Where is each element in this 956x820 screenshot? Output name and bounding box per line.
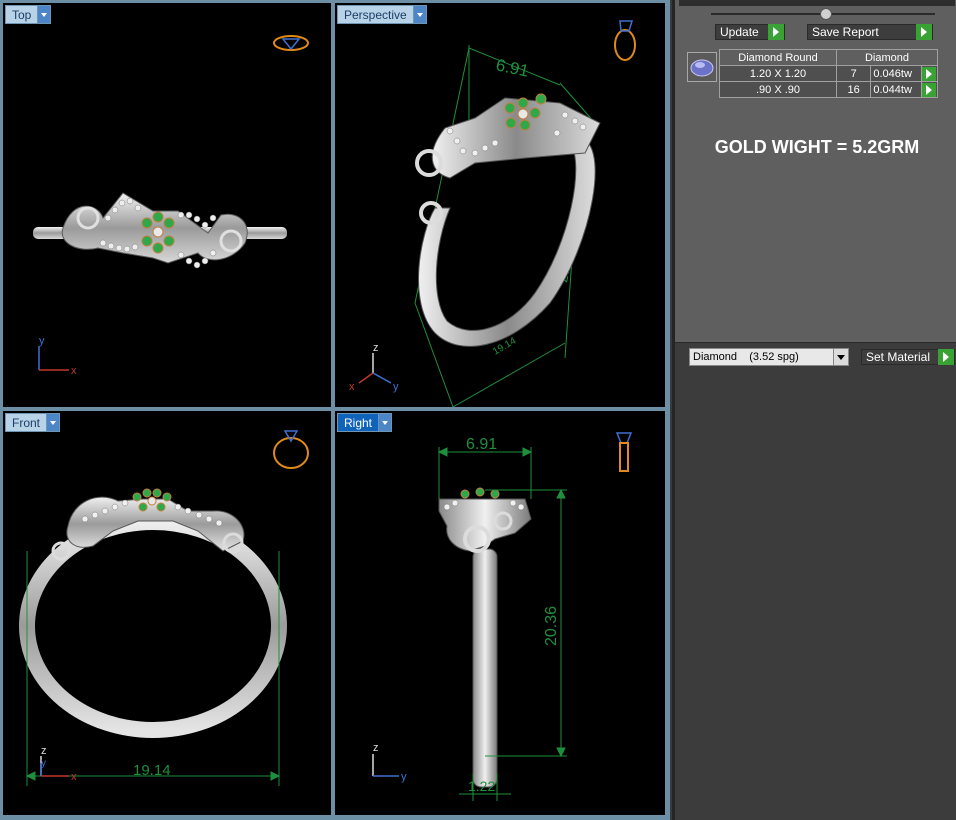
ring-orientation-icon: [273, 430, 309, 469]
viewport-perspective-tab[interactable]: Perspective: [337, 5, 427, 24]
row-action[interactable]: [921, 81, 938, 98]
axis-y-label: y: [39, 335, 45, 347]
axis-z-label: z: [373, 342, 379, 354]
update-label: Update: [720, 25, 759, 39]
report-section: Update Save Report Diamond Round Diamond…: [675, 0, 956, 343]
header-gem-type: Diamond: [836, 49, 938, 66]
viewport-front-canvas: 19.14 z y x: [19, 430, 309, 786]
chevron-down-icon[interactable]: [833, 349, 848, 365]
header-gem-shape: Diamond Round: [719, 49, 837, 66]
right-thickness-dim: 1.22: [468, 778, 495, 794]
table-row: 1.20 X 1.20 7 0.046tw: [719, 65, 938, 82]
chevron-down-icon[interactable]: [378, 414, 392, 431]
gem-weight: 0.044tw: [870, 81, 923, 98]
viewport-right-label: Right: [344, 415, 373, 430]
material-select[interactable]: Diamond (3.52 spg): [689, 348, 849, 366]
axis-y-label: y: [393, 381, 399, 393]
gem-size: .90 X .90: [719, 81, 837, 98]
axis-y-label: y: [41, 758, 46, 769]
ring-orientation-icon: [615, 432, 633, 472]
play-icon[interactable]: [916, 24, 932, 40]
viewport-front[interactable]: Front 19.14 z y x: [3, 411, 331, 815]
update-button[interactable]: Update: [715, 24, 785, 40]
chevron-down-icon[interactable]: [412, 6, 426, 23]
ring-model-top: [33, 192, 287, 269]
right-height-dim: 20.36: [543, 606, 560, 646]
viewport-right[interactable]: Right 6.91 20.36 1.22 z y: [335, 411, 665, 815]
front-width-dim: 19.14: [133, 762, 171, 779]
gem-count: 7: [835, 65, 872, 82]
material-value: Diamond (3.52 spg): [693, 351, 799, 363]
play-icon[interactable]: [922, 82, 937, 97]
save-report-label: Save Report: [812, 25, 879, 39]
gem-thumbnail: [687, 52, 717, 82]
report-panel: Update Save Report Diamond Round Diamond…: [672, 0, 956, 820]
viewport-area: Top y x Perspective 6.91 19.14 z x y Fro…: [0, 0, 670, 820]
viewport-front-label: Front: [12, 415, 41, 430]
chevron-down-icon[interactable]: [46, 414, 60, 431]
gem-count: 16: [835, 81, 872, 98]
axis-gizmo-perspective: [358, 353, 392, 384]
viewport-top-label: Top: [12, 7, 32, 22]
ring-model-front: [19, 488, 287, 738]
ring-orientation-icon: [614, 20, 636, 61]
set-material-button[interactable]: Set Material: [861, 349, 955, 365]
set-material-label: Set Material: [866, 350, 931, 364]
play-icon[interactable]: [922, 66, 937, 81]
viewport-perspective-canvas: 6.91 20.36 19.14: [349, 20, 636, 407]
viewport-top-tab[interactable]: Top: [5, 5, 52, 24]
front-dimension-lines: [25, 551, 281, 786]
axis-gizmo-top: [38, 346, 69, 371]
table-row: .90 X .90 16 0.044tw: [719, 81, 938, 98]
panel-slider-handle[interactable]: [820, 8, 832, 20]
play-icon[interactable]: [768, 24, 784, 40]
right-width-dim: 6.91: [466, 436, 497, 453]
gold-weight-text: GOLD WIGHT = 5.2GRM: [714, 137, 920, 157]
viewport-top-canvas: y x: [33, 35, 309, 377]
row-action[interactable]: [921, 65, 938, 82]
ring-model-right: [438, 487, 532, 788]
viewport-right-tab[interactable]: Right: [337, 413, 393, 432]
save-report-button[interactable]: Save Report: [807, 24, 933, 40]
viewport-right-canvas: 6.91 20.36 1.22 z y: [372, 432, 633, 801]
ring-orientation-icon: [273, 35, 309, 51]
play-icon[interactable]: [938, 349, 954, 365]
gem-weight: 0.046tw: [870, 65, 923, 82]
axis-z-label: z: [41, 745, 47, 757]
chevron-down-icon[interactable]: [37, 6, 51, 23]
axis-x-label: x: [71, 365, 77, 377]
axis-y-label: y: [401, 771, 407, 783]
axis-z-label: z: [373, 742, 379, 754]
perspective-width-dim: 6.91: [494, 55, 530, 80]
panel-top-strip: [679, 0, 955, 6]
viewport-top[interactable]: Top y x: [3, 3, 331, 407]
gem-size: 1.20 X 1.20: [719, 65, 837, 82]
gem-report-table: Diamond Round Diamond 1.20 X 1.20 7 0.04…: [719, 49, 938, 98]
ring-model-perspective: [415, 93, 601, 347]
axis-gizmo-right: [372, 754, 399, 777]
viewport-front-tab[interactable]: Front: [5, 413, 61, 432]
viewport-perspective-label: Perspective: [344, 7, 407, 22]
table-header-row: Diamond Round Diamond: [719, 49, 938, 66]
axis-x-label: x: [349, 381, 355, 393]
axis-x-label: x: [71, 771, 77, 783]
viewport-perspective[interactable]: Perspective 6.91 20.36 19.14: [335, 3, 665, 407]
